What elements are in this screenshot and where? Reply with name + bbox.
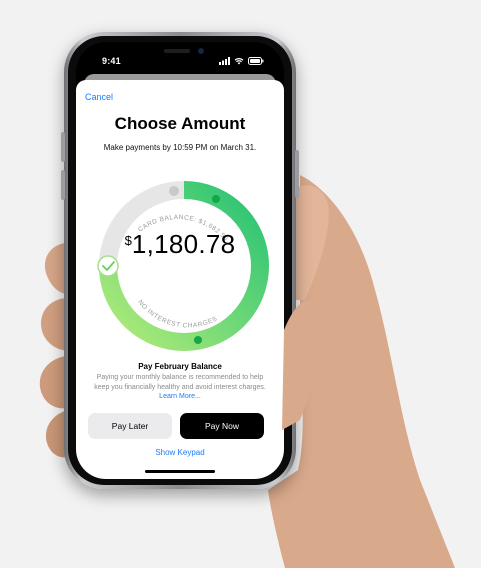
- thumb-overlay: [282, 299, 322, 430]
- scene: 9:41 Cancel Choose Amount Make payments …: [0, 0, 481, 568]
